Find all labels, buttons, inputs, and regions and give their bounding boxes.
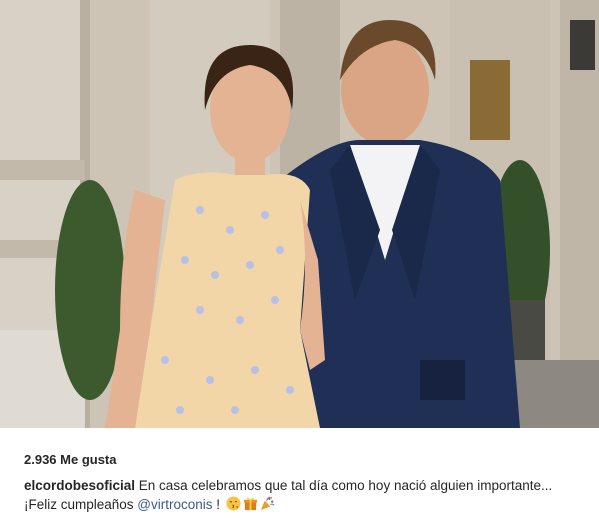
- party-popper-emoji: [260, 496, 275, 511]
- gift-emoji: [243, 497, 257, 511]
- likes-count[interactable]: 2.936 Me gusta: [24, 452, 117, 467]
- caption-mention[interactable]: @virtroconis: [137, 497, 212, 512]
- post-meta: 2.936 Me gusta elcordobesoficial En casa…: [0, 428, 599, 519]
- post-caption: elcordobesoficial En casa celebramos que…: [24, 476, 584, 514]
- instagram-post: 2.936 Me gusta elcordobesoficial En casa…: [0, 0, 599, 519]
- caption-text-after: !: [212, 497, 224, 512]
- post-photo[interactable]: [0, 0, 599, 428]
- couple-photo-illustration: [0, 0, 599, 428]
- kissing-face-emoji: [226, 496, 241, 511]
- caption-username[interactable]: elcordobesoficial: [24, 478, 135, 493]
